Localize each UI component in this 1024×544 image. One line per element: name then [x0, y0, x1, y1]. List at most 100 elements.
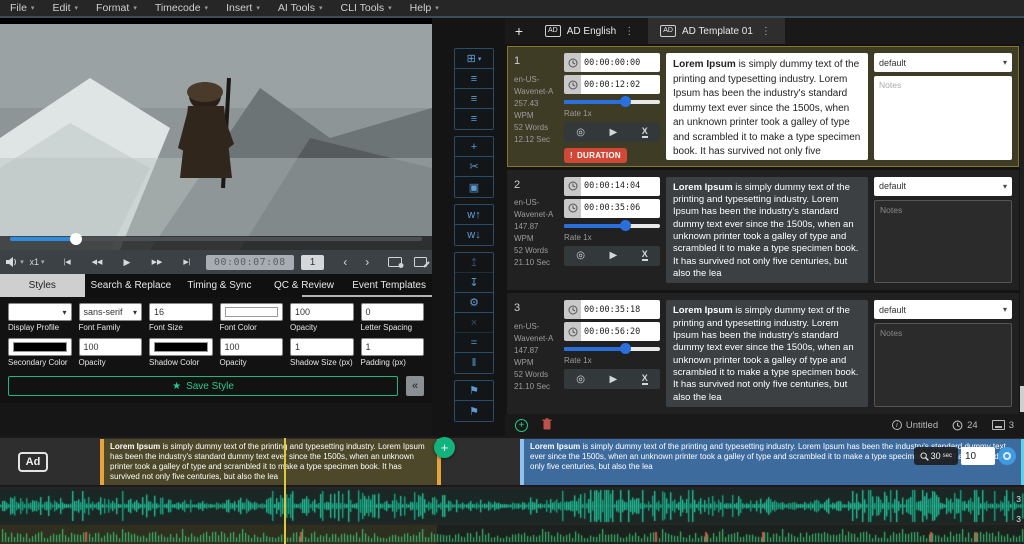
style-select[interactable]: ▾	[8, 303, 72, 321]
menu-file[interactable]: File▾	[10, 2, 34, 14]
merge-events-button[interactable]: =	[455, 333, 493, 353]
flag-out-button[interactable]: ⚑	[455, 401, 493, 421]
word-timing-down-button[interactable]: w↓	[455, 225, 493, 245]
caption-track[interactable]: Ad Lorem Ipsum is simply dummy text of t…	[0, 438, 1024, 487]
video-player[interactable]	[0, 18, 432, 250]
menu-cli-tools[interactable]: CLI Tools▾	[341, 2, 392, 14]
shift-up-button[interactable]: ↥	[455, 253, 493, 273]
style-input[interactable]: 16	[149, 303, 213, 321]
template-select[interactable]: default▾	[874, 53, 1012, 72]
event-clear-button[interactable]: ×	[455, 313, 493, 333]
event-row-2[interactable]: 2 en-US- Wavenet-A 147.87 WPM 52 Words 2…	[507, 170, 1019, 291]
playhead[interactable]	[284, 438, 286, 544]
timecode-in-input[interactable]: 00:00:35:18	[581, 300, 660, 319]
menu-insert[interactable]: Insert▾	[226, 2, 260, 14]
timeline-zoom-button[interactable]: 30sec	[914, 447, 958, 465]
color-swatch-input[interactable]	[149, 338, 213, 356]
event-text-editor[interactable]: Lorem Ipsum is simply dummy text of the …	[666, 300, 868, 407]
clock-icon[interactable]	[564, 199, 581, 218]
event-text-editor[interactable]: Lorem Ipsum is simply dummy text of the …	[666, 177, 868, 284]
play-event-button[interactable]: ▶	[610, 374, 618, 385]
timecode-out-input[interactable]: 00:00:35:06	[581, 199, 660, 218]
rate-slider[interactable]	[564, 97, 660, 107]
timecode-out-input[interactable]: 00:00:56:20	[581, 322, 660, 341]
tab-styles[interactable]: Styles	[0, 274, 85, 297]
cut-event-button[interactable]: ✂	[455, 157, 493, 177]
style-input[interactable]: 100	[220, 338, 284, 356]
menu-edit[interactable]: Edit▾	[52, 2, 78, 14]
tab-ad-english[interactable]: AD AD English ⋮	[533, 18, 648, 44]
event-row-3[interactable]: 3 en-US- Wavenet-A 147.87 WPM 52 Words 2…	[507, 293, 1019, 414]
generate-audio-button[interactable]: ◎	[576, 127, 585, 138]
add-track-tab-button[interactable]: +	[505, 18, 533, 44]
video-seekbar[interactable]	[10, 234, 422, 244]
timeline-overview[interactable]	[0, 525, 1024, 544]
clock-icon[interactable]	[564, 177, 581, 196]
tab-search-replace[interactable]: Search & Replace	[85, 274, 178, 297]
paste-event-button[interactable]: ▣	[455, 177, 493, 197]
generate-audio-button[interactable]: ◎	[576, 250, 585, 261]
clock-icon[interactable]	[564, 53, 581, 72]
play-button[interactable]: ▶	[118, 253, 136, 271]
shift-down-button[interactable]: ↧	[455, 273, 493, 293]
align-left-button[interactable]: ≡	[455, 69, 493, 89]
align-right-button[interactable]: ≡	[455, 109, 493, 129]
tab-qc-review[interactable]: QC & Review	[262, 274, 347, 297]
split-event-button[interactable]: ‖	[455, 353, 493, 373]
clock-icon[interactable]	[564, 322, 581, 341]
project-name[interactable]: i Untitled	[892, 420, 938, 431]
notes-input[interactable]: Notes	[874, 76, 1012, 160]
rate-slider[interactable]	[564, 221, 660, 231]
timeline-event-1[interactable]: Lorem Ipsum is simply dummy text of the …	[100, 439, 441, 485]
clock-icon[interactable]	[564, 300, 581, 319]
tab-event-templates[interactable]: Event Templates	[346, 274, 432, 297]
tab-ad-template-01[interactable]: AD AD Template 01 ⋮	[648, 18, 785, 44]
skip-start-button[interactable]: |◀	[58, 253, 76, 271]
word-timing-up-button[interactable]: w↑	[455, 205, 493, 225]
rate-slider[interactable]	[564, 344, 660, 354]
style-input[interactable]: 100	[290, 303, 354, 321]
caption-preview-toggle[interactable]	[388, 256, 404, 268]
export-audio-button[interactable]: X	[642, 374, 648, 385]
volume-button[interactable]: ▾	[6, 253, 24, 271]
style-input[interactable]: 1	[361, 338, 425, 356]
speed-button[interactable]: x1▾	[28, 253, 46, 271]
menu-ai-tools[interactable]: AI Tools▾	[278, 2, 323, 14]
play-event-button[interactable]: ▶	[610, 250, 618, 261]
add-event-button[interactable]: +	[515, 419, 528, 432]
seek-thumb[interactable]	[70, 233, 82, 245]
export-audio-button[interactable]: X	[642, 127, 648, 138]
next-event-button[interactable]: ›	[358, 253, 376, 271]
template-select[interactable]: default▾	[874, 300, 1012, 319]
template-select[interactable]: default▾	[874, 177, 1012, 196]
prev-event-button[interactable]: ‹	[336, 253, 354, 271]
add-event-at-playhead-button[interactable]: +	[434, 437, 455, 458]
timeline-settings-button[interactable]	[998, 447, 1016, 465]
play-event-button[interactable]: ▶	[610, 127, 618, 138]
tab-timing-sync[interactable]: Timing & Sync	[177, 274, 262, 297]
notes-input[interactable]: Notes	[874, 323, 1012, 407]
clock-icon[interactable]	[564, 75, 581, 94]
rewind-button[interactable]: ◀◀	[88, 253, 106, 271]
grid-view-menu-button[interactable]: ⊞▾	[455, 49, 493, 69]
tab-menu-icon[interactable]: ⋮	[759, 26, 773, 37]
timeline-zoom-input[interactable]: 10	[961, 447, 995, 465]
timecode-in-input[interactable]: 00:00:14:04	[581, 177, 660, 196]
skip-end-button[interactable]: ▶|	[178, 253, 196, 271]
fast-forward-button[interactable]: ▶▶	[148, 253, 166, 271]
caption-edit-toggle[interactable]	[414, 256, 430, 268]
audio-waveform[interactable]	[0, 489, 1024, 523]
style-input[interactable]: 100	[79, 338, 143, 356]
generate-audio-button[interactable]: ◎	[576, 374, 585, 385]
color-swatch-input[interactable]	[8, 338, 72, 356]
notes-input[interactable]: Notes	[874, 200, 1012, 284]
event-text-editor[interactable]: Lorem Ipsum is simply dummy text of the …	[666, 53, 868, 160]
insert-event-button[interactable]: +	[455, 137, 493, 157]
menu-format[interactable]: Format▾	[96, 2, 137, 14]
style-input[interactable]: 0	[361, 303, 425, 321]
timecode-in-input[interactable]: 00:00:00:00	[581, 53, 660, 72]
align-center-button[interactable]: ≡	[455, 89, 493, 109]
style-input[interactable]: 1	[290, 338, 354, 356]
delete-event-button[interactable]	[542, 418, 552, 433]
collapse-panel-button[interactable]: «	[406, 376, 424, 396]
